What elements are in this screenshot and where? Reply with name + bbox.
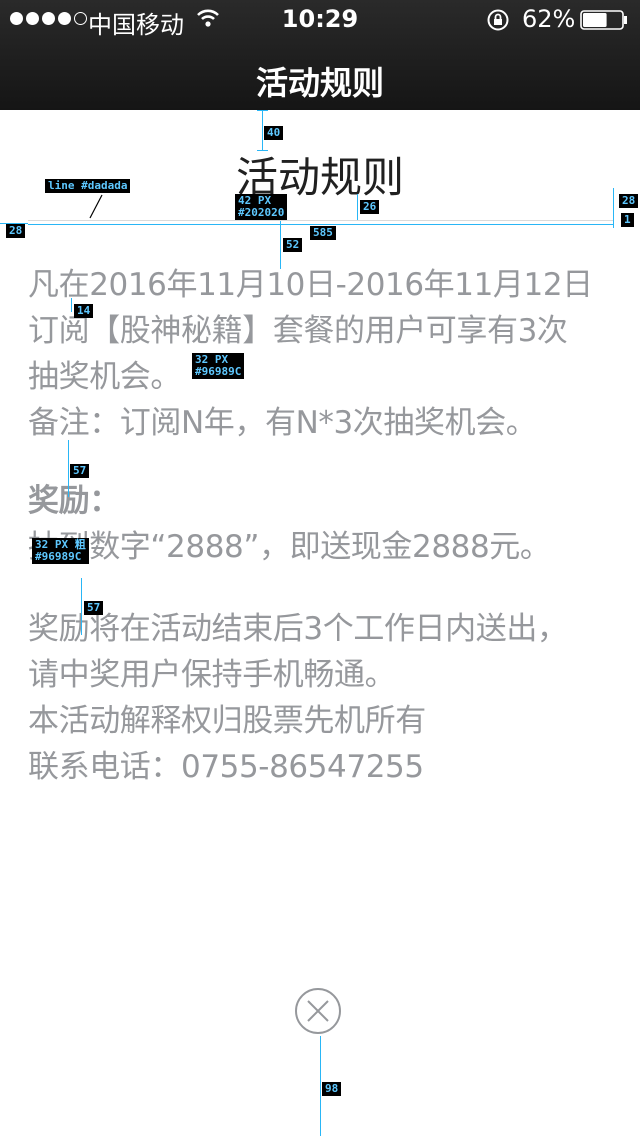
annotation-guide [262,110,263,150]
annotation-label: line #dadada [45,179,131,193]
rules-line: 抽奖机会。 [28,359,181,395]
close-circle-icon[interactable] [295,988,341,1034]
rules-body: 凡在2016年11月10日-2016年11月12日 订阅【股神秘籍】套餐的用户可… [28,262,613,790]
title-divider [28,220,613,221]
annotation-guide [28,224,613,225]
annotation-label: 28 [6,224,26,238]
annotation-guide [280,221,281,269]
annotation-label: 32 PX 粗 #96989C [32,538,89,564]
annotation-label: 57 [70,464,90,478]
battery-percent: 62% [522,5,576,33]
status-bar: 中国移动 10:29 62% [0,0,640,40]
rules-line: 订阅【股神秘籍】套餐的用户可享有3次 [28,313,568,349]
annotation-color: #96989C [35,550,82,563]
rules-line: 备注：订阅N年，有N*3次抽奖机会。 [28,405,537,441]
annotation-guide [320,1036,321,1136]
annotation-guide [71,298,72,312]
annotation-label: 40 [264,126,284,140]
reward-heading: 奖励： [28,483,120,519]
orientation-lock-icon [487,9,509,31]
notes-line: 本活动解释权归股票先机所有 [28,703,426,739]
annotation-label: 32 PX #96989C [192,353,245,379]
annotation-label: 14 [74,304,94,318]
reward-line: 抽到数字“2888”，即送现金2888元。 [28,529,551,565]
annotation-label: 98 [322,1082,342,1096]
annotation-guide [257,110,268,111]
annotation-label: 1 [621,213,634,227]
annotation-guide [68,440,69,497]
annotation-guide [257,150,268,151]
top-bar: 中国移动 10:29 62% 活动规则 [0,0,640,110]
annotation-color: #202020 [238,206,285,219]
notes-line: 奖励将在活动结束后3个工作日内送出， [28,611,568,647]
notes-line: 请中奖用户保持手机畅通。 [28,657,396,693]
annotation-label: 52 [283,238,303,252]
annotation-label: 585 [310,226,336,240]
rules-line: 凡在2016年11月10日-2016年11月12日 [28,267,593,303]
annotation-pointer [89,194,103,219]
annotation-label: 26 [360,200,380,214]
notes-line: 联系电话：0755-86547255 [28,749,424,785]
annotation-label: 28 [619,194,639,208]
annotation-guide [613,188,614,228]
battery-icon [580,10,627,30]
nav-title: 活动规则 [255,64,384,102]
annotation-guide [357,194,358,220]
annotation-label: 42 PX #202020 [235,194,288,220]
annotation-guide [81,578,82,635]
annotation-color: #96989C [195,365,242,378]
annotation-label: 57 [84,601,104,615]
